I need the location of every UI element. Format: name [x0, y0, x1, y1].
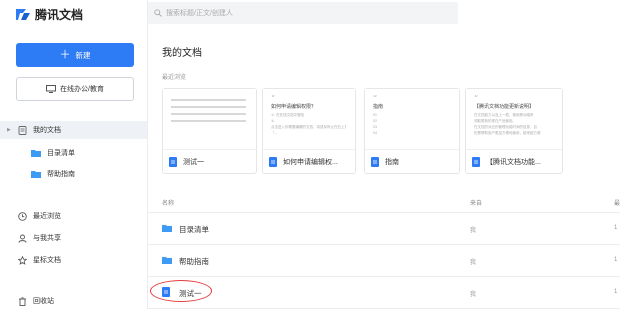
preview-line: 03 — [373, 125, 377, 129]
column-header-source[interactable]: 来自 — [470, 198, 482, 207]
column-header-name[interactable]: 名称 — [162, 198, 174, 207]
sidebar-item-trash[interactable]: 回收站 — [0, 292, 147, 310]
preview-line: 「... — [271, 131, 278, 135]
sidebar-item-label: 回收站 — [33, 298, 54, 305]
online-edu-label: 在线办公/教育 — [60, 86, 104, 93]
card-title: 如何申请编辑权... — [283, 158, 338, 166]
quote-mark: “ — [373, 94, 378, 103]
table-row[interactable]: 帮助指南 我 1 — [148, 245, 620, 277]
preview-line: ①. 在在线文档中登陆 — [271, 113, 305, 117]
sidebar-item-label: 目录清单 — [47, 150, 75, 157]
sidebar-item-label: 我的文档 — [33, 127, 61, 134]
user-icon — [18, 234, 27, 243]
folder-icon — [162, 225, 172, 232]
caret-right-icon: ▶ — [7, 127, 11, 133]
card-title: 指南 — [385, 158, 399, 166]
preview-line: 02 — [373, 119, 377, 123]
app-logo[interactable]: 腾讯文档 — [15, 6, 83, 23]
preview-title: 【腾讯文档功能更新说明】 — [474, 104, 535, 110]
sidebar-item-shared[interactable]: 与我共享 — [0, 229, 147, 247]
tencent-docs-logo-icon — [16, 9, 30, 20]
sidebar-item-my-docs[interactable]: ▶ 我的文档 — [0, 121, 147, 139]
recent-doc-card[interactable]: 测试一 — [162, 88, 257, 174]
quote-mark: “ — [474, 94, 479, 103]
quote-mark: “ — [271, 94, 276, 103]
doc-file-icon — [269, 156, 277, 167]
online-edu-button[interactable]: 在线办公/教育 — [16, 77, 134, 101]
sidebar-item-folder-directory[interactable]: 目录清单 — [0, 144, 147, 162]
logo-text: 腾讯文档 — [35, 8, 84, 22]
sidebar: 腾讯文档 ＋ 新建 在线办公/教育 ▶ 我的文档 目录清单 帮助指南 最近浏览 … — [0, 0, 148, 309]
row-source: 我 — [470, 292, 477, 298]
plus-icon: ＋ — [59, 48, 71, 61]
recent-doc-card[interactable]: “ 【腾讯文档功能更新说明】 在文档能力以及上一般，使用移动端来 领取更新的现在… — [465, 88, 563, 174]
folder-icon — [31, 171, 41, 178]
preview-title: 指南 — [373, 104, 384, 110]
recent-doc-card[interactable]: “ 指南 01 02 03 04 指南 — [364, 88, 460, 174]
doc-file-icon — [162, 287, 170, 297]
trash-icon — [19, 296, 26, 306]
row-name: 目录清单 — [179, 225, 209, 234]
clock-icon — [18, 211, 27, 221]
row-source: 我 — [470, 260, 477, 266]
doc-preview: “ 指南 01 02 03 04 — [365, 89, 459, 149]
doc-preview: “ 如何申请编辑权限？ ①. 在在线文档中登陆 ②. 点击进入你需要编辑的文档，… — [263, 89, 355, 149]
sidebar-item-starred[interactable]: 星标文档 — [0, 251, 147, 269]
row-truncated-cell: 1 — [614, 289, 618, 295]
preview-title: 如何申请编辑权限？ — [271, 104, 317, 110]
row-name: 帮助指南 — [179, 257, 209, 266]
doc-file-icon — [169, 156, 177, 167]
table-row[interactable]: 目录清单 我 1 — [148, 213, 620, 245]
row-name: 测试一 — [179, 289, 202, 298]
doc-preview: “ 【腾讯文档功能更新说明】 在文档能力以及上一般，使用移动端来 领取更新的现在… — [466, 89, 562, 149]
column-header-truncated[interactable]: 最 — [614, 198, 620, 207]
monitor-icon — [46, 85, 57, 93]
row-truncated-cell: 1 — [614, 257, 618, 263]
preview-line: 在文档能力以及上一般，使用移动端来 — [474, 113, 534, 117]
card-title: 测试一 — [183, 158, 204, 166]
preview-line: 04 — [373, 131, 377, 135]
sidebar-item-label: 最近浏览 — [33, 213, 61, 220]
preview-line: 点击进入你需要编辑的文档，将鼠标停止在右上角的「问题反馈」 — [271, 125, 346, 129]
recent-section-label: 最近浏览 — [162, 75, 187, 81]
sidebar-item-folder-help[interactable]: 帮助指南 — [0, 165, 147, 183]
new-button[interactable]: ＋ 新建 — [16, 43, 134, 67]
preview-line: 领取更新的现在产品使用。 — [474, 119, 516, 123]
new-button-label: 新建 — [75, 50, 91, 60]
sidebar-item-label: 星标文档 — [33, 257, 61, 264]
doc-file-icon — [472, 156, 480, 167]
preview-line: 的是帮助用户更加方便地使用，越来越方便 — [474, 131, 541, 135]
card-title: 【腾讯文档功能... — [486, 158, 541, 166]
search-placeholder: 搜索标题/正文/创建人 — [166, 10, 233, 17]
doc-preview — [163, 89, 256, 149]
page-title: 我的文档 — [162, 48, 202, 59]
search-icon — [154, 9, 162, 17]
sidebar-item-label: 帮助指南 — [47, 171, 75, 178]
preview-line: ②. — [271, 119, 276, 123]
sidebar-item-label: 与我共享 — [33, 235, 61, 242]
recent-doc-card[interactable]: “ 如何申请编辑权限？ ①. 在在线文档中登陆 ②. 点击进入你需要编辑的文档，… — [262, 88, 356, 174]
sidebar-item-recent[interactable]: 最近浏览 — [0, 207, 147, 225]
folder-icon — [31, 150, 41, 157]
row-truncated-cell: 1 — [614, 225, 618, 231]
row-source: 我 — [470, 228, 477, 234]
doc-file-icon — [371, 156, 379, 167]
folder-icon — [162, 257, 172, 264]
table-row[interactable]: 测试一 我 1 — [148, 277, 620, 309]
search-input[interactable]: 搜索标题/正文/创建人 — [148, 2, 458, 24]
document-icon — [18, 125, 27, 135]
star-icon — [18, 255, 27, 265]
preview-line: 01 — [373, 113, 377, 117]
preview-line: 在文档的对应的管理功能时间的信息，目 — [474, 125, 537, 129]
